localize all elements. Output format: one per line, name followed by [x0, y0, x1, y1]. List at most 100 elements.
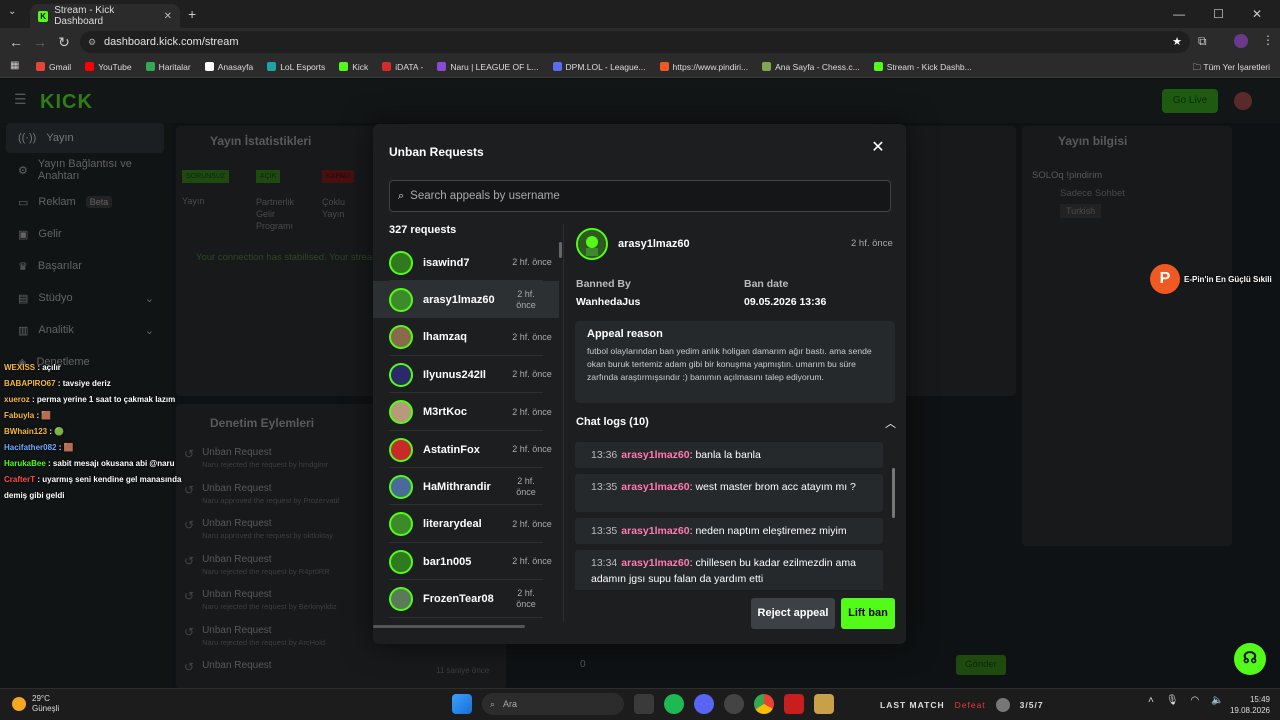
bookmark-item[interactable]: Naru | LEAGUE OF L...	[437, 62, 539, 72]
app-red-icon[interactable]	[784, 694, 804, 714]
clock[interactable]: 15:49 19.08.2026	[1226, 694, 1270, 716]
system-tray: ˄ 🎙 ◠ 🔈	[1148, 695, 1224, 706]
bookmark-item[interactable]: DPM.LOL - League...	[552, 62, 646, 72]
url-field[interactable]: ⚙ dashboard.kick.com/stream ★	[80, 31, 1190, 53]
status-badge: KAPALI	[322, 170, 354, 183]
chevron-up-icon[interactable]: ˄	[1148, 695, 1154, 706]
spotify-icon[interactable]	[664, 694, 684, 714]
request-list-item[interactable]: FrozenTear08 2 hf. önce	[373, 581, 559, 618]
sidebar-item-ads[interactable]: ▭ Reklam Beta	[6, 187, 164, 217]
request-list[interactable]: isawind7 2 hf. önce arasy1lmaz60 2 hf. önce…	[373, 244, 559, 629]
user-avatar	[389, 250, 413, 275]
sidebar-item-studio[interactable]: ▤ Stüdyo ⌄	[6, 283, 164, 313]
user-avatar[interactable]	[1234, 92, 1252, 110]
chat-log-user: arasy1lmaz60	[621, 525, 690, 537]
forward-icon[interactable]: →	[28, 34, 52, 50]
lift-ban-button[interactable]: Lift ban	[841, 598, 895, 629]
bookmark-item[interactable]: Anasayfa	[204, 62, 253, 72]
chevron-up-icon[interactable]: ︿	[885, 415, 896, 431]
send-button[interactable]: Gönder	[956, 655, 1006, 675]
sidebar-item-stream-key[interactable]: ⚙ Yayın Bağlantısı ve Anahtarı	[6, 155, 164, 185]
task-view-icon[interactable]	[634, 694, 654, 714]
maximize-button[interactable]: ☐	[1213, 7, 1224, 21]
chat-logs-header[interactable]: Chat logs (10)	[576, 416, 649, 428]
connection-message: Your connection has stabilised. Your str…	[196, 252, 388, 263]
bookmark-item[interactable]: Stream - Kick Dashb...	[873, 62, 972, 72]
bookmark-item[interactable]: Haritalar	[145, 62, 191, 72]
browser-tab[interactable]: K Stream - Kick Dashboard ✕	[30, 4, 180, 28]
request-list-item[interactable]: isawind7 2 hf. önce	[373, 244, 559, 281]
site-info-icon[interactable]: ⚙	[88, 31, 96, 53]
chrome-icon[interactable]	[754, 694, 774, 714]
request-list-item[interactable]: lhamzaq 2 hf. önce	[373, 319, 559, 356]
weather-status: Güneşli	[32, 704, 60, 713]
search-input[interactable]	[410, 190, 871, 202]
bookmark-favicon-icon	[552, 62, 562, 71]
sidebar-item-achievements[interactable]: ♛ Başarılar	[6, 251, 164, 281]
request-list-item[interactable]: AstatinFox 2 hf. önce	[373, 431, 559, 468]
request-list-item[interactable]: bar1n005 2 hf. önce	[373, 543, 559, 581]
chat-overlay-user: xueroz	[4, 395, 30, 404]
hamburger-icon[interactable]: ☰	[14, 91, 27, 108]
reject-appeal-button[interactable]: Reject appeal	[751, 598, 835, 629]
apps-grid-icon[interactable]: ▦	[10, 60, 19, 71]
close-tab-icon[interactable]: ✕	[164, 11, 172, 22]
bookmark-item[interactable]: LoL Esports	[267, 62, 325, 72]
request-list-item[interactable]: Ilyunus242Il 2 hf. önce	[373, 356, 559, 394]
windows-start-icon[interactable]	[452, 694, 472, 714]
stat-label: Partnerlik Gelir Programı	[256, 197, 295, 231]
chat-overlay-user: BABAPIRO67	[4, 379, 56, 388]
request-username: literarydeal	[423, 518, 482, 531]
bookmark-item[interactable]: YouTube	[85, 62, 132, 72]
steam-icon[interactable]	[724, 694, 744, 714]
league-icon[interactable]	[814, 694, 834, 714]
wifi-icon[interactable]: ◠	[1191, 695, 1200, 706]
weather-widget[interactable]: 29°C Güneşli	[12, 694, 59, 714]
new-tab-button[interactable]: +	[188, 6, 196, 22]
mod-action-title: Unban Request	[202, 624, 272, 636]
promo-text: E-Pin'in En Güçlü Sıkili	[1184, 274, 1272, 284]
list-horizontal-scrollbar[interactable]	[373, 625, 525, 628]
kick-logo[interactable]: KICK	[40, 91, 93, 114]
request-list-item[interactable]: arasy1lmaz60 2 hf. önce	[373, 281, 559, 319]
chat-overlay-user: Fabuyla	[4, 411, 35, 420]
request-list-item[interactable]: literarydeal 2 hf. önce	[373, 506, 559, 543]
appeal-reason-text: futbol olaylarından ban yedim anlık holi…	[587, 346, 872, 382]
back-icon[interactable]: ←	[4, 34, 28, 50]
volume-icon[interactable]: 🔈	[1211, 695, 1223, 706]
bookmark-item[interactable]: https://www.pindiri...	[659, 62, 748, 72]
bookmark-item[interactable]: Kick	[339, 62, 368, 72]
reload-icon[interactable]: ↻	[52, 34, 76, 51]
minimize-button[interactable]: —	[1173, 7, 1185, 21]
bookmark-star-icon[interactable]: ★	[1172, 31, 1182, 53]
mod-action-title: Unban Request	[202, 553, 272, 565]
sidebar-item-yayin[interactable]: ((·)) Yayın	[6, 123, 164, 153]
bookmark-item[interactable]: Gmail	[36, 62, 71, 72]
chevron-down-icon: ⌄	[144, 292, 154, 305]
list-scrollbar[interactable]	[559, 242, 562, 258]
ad-icon: ▭	[18, 196, 29, 209]
profile-avatar[interactable]	[1234, 34, 1248, 48]
discord-icon[interactable]	[694, 694, 714, 714]
menu-kebab-icon[interactable]: ⋮	[1262, 33, 1274, 47]
close-window-button[interactable]: ✕	[1252, 7, 1262, 21]
bookmark-item[interactable]: Ana Sayfa - Chess.c...	[762, 62, 860, 72]
extensions-icon[interactable]: ⧉	[1198, 34, 1207, 49]
chat-log-scrollbar[interactable]	[892, 468, 895, 518]
request-list-item[interactable]: M3rtKoc 2 hf. önce	[373, 394, 559, 431]
close-icon[interactable]: ✕	[870, 140, 886, 156]
microphone-icon[interactable]: 🎙	[1166, 695, 1179, 706]
go-live-button[interactable]: Go Live	[1162, 89, 1218, 113]
sidebar-item-revenue[interactable]: ▣ Gelir	[6, 219, 164, 249]
bookmark-item[interactable]: iDATA -	[382, 62, 423, 72]
chat-log-list[interactable]: 13:36 arasy1lmaz60: banla la banla 13:35 ar…	[575, 442, 883, 590]
taskbar-search[interactable]: ⌕ Ara	[482, 693, 624, 715]
bookmarks-bar: ▦ Gmail YouTube Haritalar Anasayfa LoL Espor…	[0, 56, 1280, 78]
tab-list-chevron-icon[interactable]: ⌄	[8, 6, 16, 17]
request-list-item[interactable]: HaMithrandir 2 hf. önce	[373, 468, 559, 506]
support-chat-icon[interactable]: ☊	[1234, 643, 1266, 675]
all-bookmarks[interactable]: 🗀 Tüm Yer İşaretleri	[1193, 56, 1270, 78]
search-box[interactable]: ⌕	[389, 180, 891, 212]
chat-log-message: banla la banla	[695, 449, 761, 461]
sidebar-item-analytics[interactable]: ▥ Analitik ⌄	[6, 315, 164, 345]
